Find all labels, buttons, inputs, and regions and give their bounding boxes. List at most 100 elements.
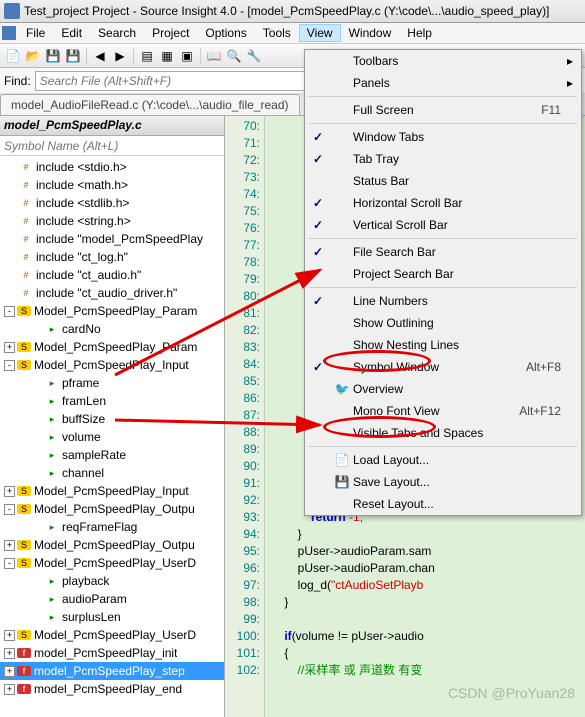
menu-item-save-layout-[interactable]: 💾Save Layout... [305, 471, 581, 493]
fwd-button[interactable]: ▶ [111, 47, 129, 65]
back-button[interactable]: ◀ [91, 47, 109, 65]
menu-item-symbol-window[interactable]: ✓Symbol WindowAlt+F8 [305, 356, 581, 378]
tree-item[interactable]: ▸audioParam [0, 590, 224, 608]
open-button[interactable]: 📂 [24, 47, 42, 65]
line-number: 74: [225, 186, 260, 203]
menu-item-visible-tabs-and-spaces[interactable]: Visible Tabs and Spaces [305, 422, 581, 444]
tree-item[interactable]: ▸cardNo [0, 320, 224, 338]
menu-item-status-bar[interactable]: Status Bar [305, 170, 581, 192]
tree-item-label: Model_PcmSpeedPlay_UserD [34, 628, 196, 642]
tree-item-label: Model_PcmSpeedPlay_Outpu [34, 538, 195, 552]
menu-item-show-outlining[interactable]: Show Outlining [305, 312, 581, 334]
menu-label: Load Layout... [353, 453, 561, 467]
tree-twist-icon [4, 252, 17, 263]
tree-item[interactable]: #include "ct_audio_driver.h" [0, 284, 224, 302]
tree-item[interactable]: ▸sampleRate [0, 446, 224, 464]
tree-twist-icon[interactable]: - [4, 558, 15, 569]
tree-item[interactable]: -SModel_PcmSpeedPlay_UserD [0, 554, 224, 572]
tree-item[interactable]: -SModel_PcmSpeedPlay_Param [0, 302, 224, 320]
tree-item-label: Model_PcmSpeedPlay_Param [34, 304, 197, 318]
include-icon: # [19, 180, 33, 190]
tb-btn-c[interactable]: ▣ [178, 47, 196, 65]
tree-item[interactable]: ▸buffSize [0, 410, 224, 428]
tree-item[interactable]: +fmodel_PcmSpeedPlay_step [0, 662, 224, 680]
line-number: 86: [225, 390, 260, 407]
new-button[interactable]: 📄 [4, 47, 22, 65]
tree-twist-icon[interactable]: + [4, 684, 15, 695]
tree-twist-icon[interactable]: - [4, 504, 15, 515]
tree-item[interactable]: ▸volume [0, 428, 224, 446]
tree-item-label: include <math.h> [36, 178, 128, 192]
tb-btn-f[interactable]: 🔧 [245, 47, 263, 65]
tree-item[interactable]: #include "ct_log.h" [0, 248, 224, 266]
menu-tools[interactable]: Tools [255, 24, 299, 42]
tree-twist-icon[interactable]: - [4, 306, 15, 317]
tree-item[interactable]: +fmodel_PcmSpeedPlay_init [0, 644, 224, 662]
tree-item[interactable]: +fmodel_PcmSpeedPlay_end [0, 680, 224, 698]
menu-item-mono-font-view[interactable]: Mono Font ViewAlt+F12 [305, 400, 581, 422]
tree-item[interactable]: #include <stdlib.h> [0, 194, 224, 212]
file-tab[interactable]: model_AudioFileRead.c (Y:\code\...\audio… [0, 94, 300, 115]
tree-twist-icon[interactable]: + [4, 648, 15, 659]
menu-item-tab-tray[interactable]: ✓Tab Tray [305, 148, 581, 170]
tree-item[interactable]: #include "ct_audio.h" [0, 266, 224, 284]
tree-twist-icon[interactable]: + [4, 540, 15, 551]
menu-item-line-numbers[interactable]: ✓Line Numbers [305, 290, 581, 312]
tree-twist-icon[interactable]: + [4, 630, 15, 641]
tree-twist-icon[interactable]: - [4, 360, 15, 371]
tree-item[interactable]: ▸reqFrameFlag [0, 518, 224, 536]
menu-file[interactable]: File [18, 24, 53, 42]
system-menu-icon[interactable] [2, 26, 16, 40]
tree-item[interactable]: -SModel_PcmSpeedPlay_Outpu [0, 500, 224, 518]
menu-item-full-screen[interactable]: Full ScreenF11 [305, 99, 581, 121]
menu-item-project-search-bar[interactable]: Project Search Bar [305, 263, 581, 285]
tree-twist-icon[interactable]: + [4, 342, 15, 353]
tree-item[interactable]: #include "model_PcmSpeedPlay [0, 230, 224, 248]
menu-options[interactable]: Options [197, 24, 254, 42]
menu-help[interactable]: Help [399, 24, 440, 42]
tb-btn-b[interactable]: ▦ [158, 47, 176, 65]
tb-btn-a[interactable]: ▤ [138, 47, 156, 65]
menu-edit[interactable]: Edit [53, 24, 90, 42]
tree-item[interactable]: +SModel_PcmSpeedPlay_UserD [0, 626, 224, 644]
tree-twist-icon[interactable]: + [4, 486, 15, 497]
tree-item[interactable]: +SModel_PcmSpeedPlay_Outpu [0, 536, 224, 554]
symbol-tree[interactable]: #include <stdio.h>#include <math.h>#incl… [0, 156, 224, 717]
line-number: 91: [225, 475, 260, 492]
menu-view[interactable]: View [299, 24, 341, 42]
tb-btn-d[interactable]: 📖 [205, 47, 223, 65]
member-icon: ▸ [45, 378, 59, 388]
menu-item-toolbars[interactable]: Toolbars▸ [305, 50, 581, 72]
menu-item-show-nesting-lines[interactable]: Show Nesting Lines [305, 334, 581, 356]
menu-item-load-layout-[interactable]: 📄Load Layout... [305, 449, 581, 471]
tree-item[interactable]: ▸framLen [0, 392, 224, 410]
tree-item[interactable]: ▸playback [0, 572, 224, 590]
line-number: 78: [225, 254, 260, 271]
tree-item[interactable]: ▸surplusLen [0, 608, 224, 626]
tb-btn-e[interactable]: 🔍 [225, 47, 243, 65]
menu-item-vertical-scroll-bar[interactable]: ✓Vertical Scroll Bar [305, 214, 581, 236]
tree-twist-icon [4, 270, 17, 281]
tree-item[interactable]: ▸channel [0, 464, 224, 482]
menu-item-reset-layout-[interactable]: Reset Layout... [305, 493, 581, 515]
menu-search[interactable]: Search [90, 24, 144, 42]
tree-item[interactable]: +SModel_PcmSpeedPlay_Param [0, 338, 224, 356]
tree-item[interactable]: #include <stdio.h> [0, 158, 224, 176]
tree-twist-icon[interactable]: + [4, 666, 15, 677]
saveall-button[interactable]: 💾 [64, 47, 82, 65]
menu-item-file-search-bar[interactable]: ✓File Search Bar [305, 241, 581, 263]
menu-item-panels[interactable]: Panels▸ [305, 72, 581, 94]
tree-item[interactable]: #include <math.h> [0, 176, 224, 194]
menu-item-horizontal-scroll-bar[interactable]: ✓Horizontal Scroll Bar [305, 192, 581, 214]
menu-item-overview[interactable]: 🐦Overview [305, 378, 581, 400]
menu-window[interactable]: Window [341, 24, 400, 42]
save-button[interactable]: 💾 [44, 47, 62, 65]
symbol-search-input[interactable] [0, 137, 224, 155]
menu-project[interactable]: Project [144, 24, 197, 42]
tree-item-label: Model_PcmSpeedPlay_Input [34, 484, 189, 498]
menu-item-window-tabs[interactable]: ✓Window Tabs [305, 126, 581, 148]
tree-item[interactable]: +SModel_PcmSpeedPlay_Input [0, 482, 224, 500]
tree-item[interactable]: ▸pframe [0, 374, 224, 392]
tree-item[interactable]: -SModel_PcmSpeedPlay_Input [0, 356, 224, 374]
tree-item[interactable]: #include <string.h> [0, 212, 224, 230]
